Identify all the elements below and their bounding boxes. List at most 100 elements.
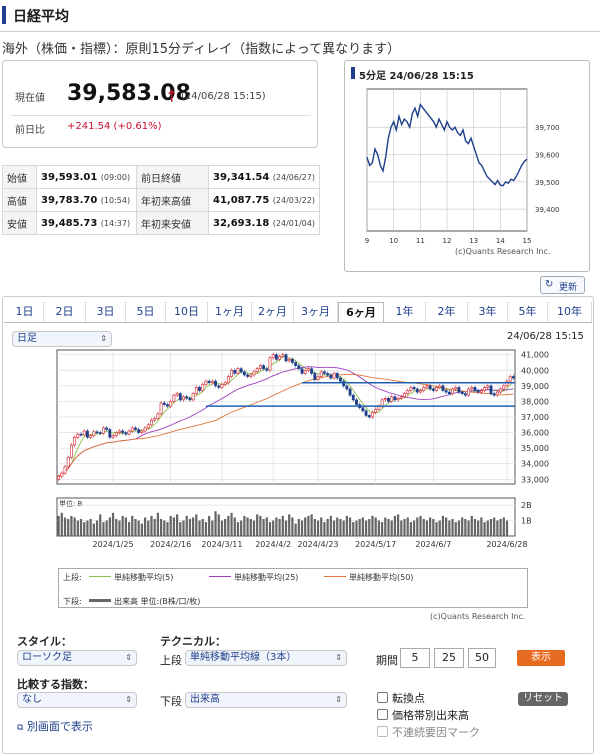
page-header: 日経平均 xyxy=(0,0,600,32)
tab-10[interactable]: 1年 xyxy=(384,302,426,322)
tab-11[interactable]: 2年 xyxy=(426,302,468,322)
tab-12[interactable]: 3年 xyxy=(468,302,508,322)
candle-body xyxy=(380,399,384,407)
candle-body xyxy=(89,435,93,438)
volume-bar xyxy=(262,519,265,536)
legend-volume-label: 出来高 単位:(B株/口/枚) xyxy=(114,597,201,606)
tab-14[interactable]: 10年 xyxy=(548,302,592,322)
volume-bar xyxy=(163,520,166,536)
stat-value: 41,087.75 (24/03/22) xyxy=(208,188,320,212)
page-title: 日経平均 xyxy=(13,9,69,25)
tab-1[interactable]: 1日 xyxy=(6,302,44,322)
discontinuity-label: 不連続要因マーク xyxy=(392,726,480,739)
volume-bar xyxy=(118,520,121,536)
volume-profile-checkbox[interactable] xyxy=(377,709,388,720)
upper-technical-value: 単純移動平均線（3本） xyxy=(190,652,297,663)
chevron-updown-icon: ⇕ xyxy=(125,653,132,662)
volume-bar xyxy=(217,514,220,536)
price-y-tick: 40,000 xyxy=(521,366,549,375)
volume-bar xyxy=(73,517,76,536)
popout-link-label: 別画面で表示 xyxy=(26,720,93,733)
compare-label: 比較する指数： xyxy=(17,678,94,691)
period-input-1[interactable]: 5 xyxy=(400,648,430,668)
volume-bar xyxy=(473,519,477,536)
volume-bar xyxy=(185,515,188,536)
volume-bar xyxy=(175,514,179,536)
candle-body xyxy=(214,380,217,387)
tab-9[interactable]: 6ヶ月 xyxy=(338,302,384,322)
candle-body xyxy=(278,355,282,360)
tab-8[interactable]: 3ヶ月 xyxy=(294,302,338,322)
volume-bar xyxy=(265,517,268,536)
candle-body xyxy=(220,383,224,388)
candle-body xyxy=(76,433,80,438)
volume-bar xyxy=(329,515,332,536)
candle-body xyxy=(182,396,185,401)
candle-body xyxy=(281,354,285,357)
period-label: 期間 xyxy=(376,654,398,667)
tab-7[interactable]: 2ヶ月 xyxy=(252,302,294,322)
refresh-button[interactable]: ↻ 更新 xyxy=(540,276,585,294)
stat-value: 39,593.01 (09:00) xyxy=(36,165,137,189)
candle-body xyxy=(342,380,346,387)
volume-bar xyxy=(441,515,445,536)
change-label: 前日比 xyxy=(15,125,45,136)
compare-select-value: なし xyxy=(22,694,42,705)
volume-bar xyxy=(147,520,150,536)
legend-ma5-label: 単純移動平均(5) xyxy=(114,573,174,582)
style-select[interactable]: ローソク足 ⇕ xyxy=(17,650,137,666)
volume-bar xyxy=(143,517,147,536)
volume-bar xyxy=(371,515,374,536)
show-button[interactable]: 表示 xyxy=(517,650,565,666)
candle-body xyxy=(451,388,454,394)
candle-body xyxy=(454,387,458,390)
candle-body xyxy=(118,430,121,433)
reset-button[interactable]: リセット xyxy=(518,692,568,706)
candle-body xyxy=(79,433,83,436)
lower-technical-select[interactable]: 出来高 ⇕ xyxy=(185,692,347,708)
discontinuity-checkbox[interactable] xyxy=(377,726,388,737)
tab-4[interactable]: 5日 xyxy=(126,302,166,322)
popout-icon: ⧉ xyxy=(17,723,24,733)
tab-3[interactable]: 3日 xyxy=(86,302,126,322)
refresh-label: 更新 xyxy=(559,283,578,293)
volume-bar xyxy=(304,517,307,536)
period-input-3[interactable]: 50 xyxy=(468,648,496,668)
volume-bar xyxy=(486,520,489,536)
candle-body xyxy=(159,402,163,415)
candle-body xyxy=(268,357,272,371)
turning-point-checkbox[interactable] xyxy=(377,692,388,703)
candle-body xyxy=(66,457,70,468)
candle-body xyxy=(252,371,256,376)
volume-bar xyxy=(79,519,83,536)
candle-body xyxy=(95,431,99,434)
volume-bar xyxy=(240,520,243,536)
volume-profile-label: 価格帯別出来高 xyxy=(392,709,469,722)
main-credit: (c)Quants Research Inc. xyxy=(430,612,526,621)
candle-body xyxy=(483,387,486,391)
candle-body xyxy=(444,390,448,393)
tab-6[interactable]: 1ヶ月 xyxy=(208,302,252,322)
period-input-2[interactable]: 25 xyxy=(434,648,464,668)
tab-2[interactable]: 2日 xyxy=(44,302,86,322)
tab-5[interactable]: 10日 xyxy=(166,302,208,322)
mini-y-tick: 39,600 xyxy=(535,152,560,160)
candle-body xyxy=(339,377,342,382)
stat-key: 年初来安値 xyxy=(136,211,209,235)
candle-body xyxy=(425,385,429,388)
volume-bar xyxy=(313,519,316,536)
candle-body xyxy=(505,380,509,387)
mini-x-tick: 15 xyxy=(523,237,532,245)
candle-body xyxy=(383,398,387,401)
candle-body xyxy=(191,393,195,401)
volume-bar xyxy=(470,515,473,536)
popout-link[interactable]: ⧉ 別画面で表示 xyxy=(17,718,93,734)
chevron-updown-icon: ⇕ xyxy=(335,695,342,704)
volume-bar xyxy=(461,517,464,536)
candle-body xyxy=(108,429,112,438)
tab-13[interactable]: 5年 xyxy=(508,302,548,322)
mini-x-tick: 13 xyxy=(469,237,478,245)
volume-bar xyxy=(412,520,416,536)
compare-select[interactable]: なし ⇕ xyxy=(17,692,137,708)
upper-technical-select[interactable]: 単純移動平均線（3本） ⇕ xyxy=(185,650,347,666)
